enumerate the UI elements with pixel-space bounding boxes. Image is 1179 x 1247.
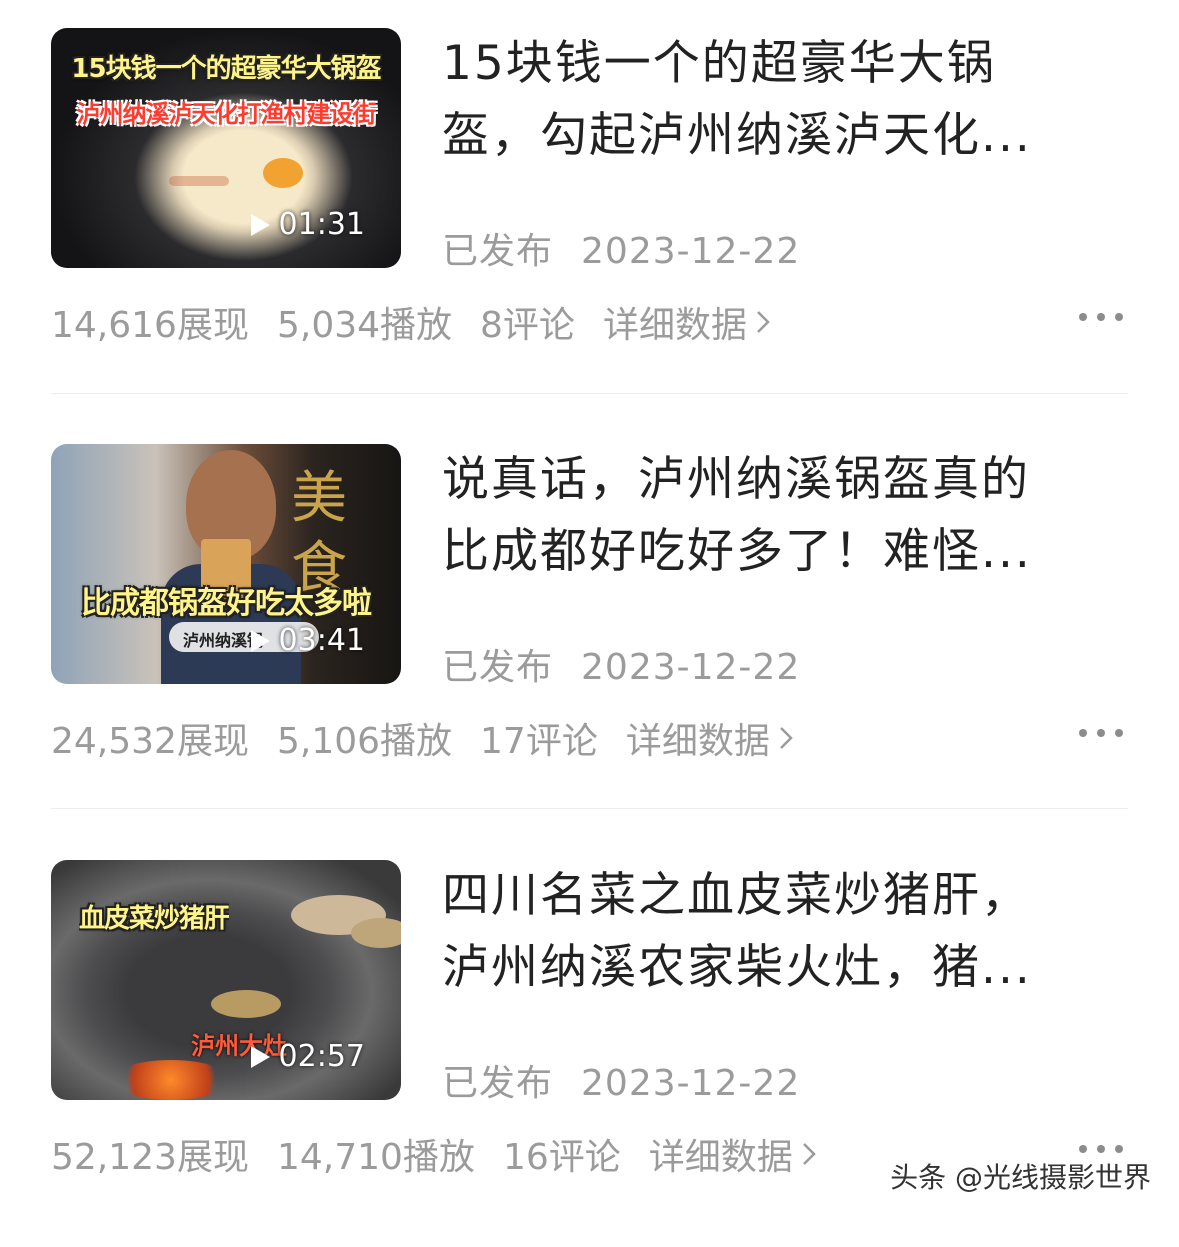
play-icon <box>250 1045 270 1068</box>
duration-text: 03:41 <box>278 623 365 658</box>
stats-row: 52,123展现 14,710播放 16评论 详细数据 <box>51 1128 817 1180</box>
thumbnail-caption: 15块钱一个的超豪华大锅盔 <box>71 54 381 84</box>
duration-badge: 03:41 <box>249 623 365 658</box>
comments-count: 17评论 <box>480 721 598 762</box>
publish-meta: 已发布 2023-12-22 <box>442 222 800 274</box>
watermark: 头条 @光线摄影世界 <box>890 1161 1151 1194</box>
video-title[interactable]: 15块钱一个的超豪华大锅 盔，勾起泸州纳溪泸天化... <box>442 28 1102 172</box>
plays-count: 14,710播放 <box>276 1137 475 1178</box>
thumbnail-caption: 比成都锅盔好吃太多啦 <box>81 586 372 621</box>
duration-badge: 02:57 <box>249 1039 365 1074</box>
video-title[interactable]: 说真话，泸州纳溪锅盔真的 比成都好吃好多了！难怪... <box>442 444 1102 588</box>
play-icon <box>250 629 270 652</box>
stats-row: 24,532展现 5,106播放 17评论 详细数据 <box>51 712 794 764</box>
comments-count: 16评论 <box>502 1137 621 1178</box>
divider <box>51 393 1128 394</box>
video-thumbnail[interactable]: 血皮菜炒猪肝 泸州大灶 02:57 <box>51 860 401 1100</box>
duration-badge: 01:31 <box>249 207 365 242</box>
detail-data-link[interactable]: 详细数据 <box>603 296 771 348</box>
play-icon <box>250 213 270 236</box>
chevron-right-icon <box>802 1143 816 1165</box>
duration-text: 02:57 <box>278 1039 365 1074</box>
plays-count: 5,106播放 <box>276 721 453 762</box>
video-thumbnail[interactable]: 15块钱一个的超豪华大锅盔 泸州纳溪泸天化打渔村建设街 01:31 <box>51 28 401 268</box>
publish-status: 已发布 <box>442 1063 554 1104</box>
chevron-right-icon <box>757 311 770 333</box>
publish-meta: 已发布 2023-12-22 <box>442 1054 800 1106</box>
impressions-count: 14,616展现 <box>51 305 249 346</box>
impressions-count: 52,123展现 <box>51 1137 249 1178</box>
duration-text: 01:31 <box>278 207 365 242</box>
chevron-right-icon <box>779 727 793 749</box>
publish-status: 已发布 <box>442 647 554 688</box>
comments-count: 8评论 <box>480 305 575 346</box>
publish-date: 2023-12-22 <box>581 1063 801 1104</box>
detail-data-link[interactable]: 详细数据 <box>649 1128 817 1180</box>
publish-meta: 已发布 2023-12-22 <box>442 638 800 690</box>
publish-status: 已发布 <box>442 231 554 272</box>
thumbnail-subcaption: 泸州纳溪泸天化打渔村建设街 <box>76 100 377 128</box>
impressions-count: 24,532展现 <box>51 721 249 762</box>
more-options-button[interactable] <box>1079 312 1123 322</box>
plays-count: 5,034播放 <box>276 305 453 346</box>
video-item[interactable]: 美食 比成都锅盔好吃太多啦 泸州纳溪锅 03:41 说真话，泸州纳溪锅盔真的 比… <box>0 416 1179 831</box>
divider <box>51 808 1128 809</box>
video-item[interactable]: 15块钱一个的超豪华大锅盔 泸州纳溪泸天化打渔村建设街 01:31 15块钱一个… <box>0 0 1179 415</box>
video-thumbnail[interactable]: 美食 比成都锅盔好吃太多啦 泸州纳溪锅 03:41 <box>51 444 401 684</box>
publish-date: 2023-12-22 <box>581 647 801 688</box>
thumbnail-caption: 血皮菜炒猪肝 <box>79 904 230 934</box>
publish-date: 2023-12-22 <box>581 231 801 272</box>
stats-row: 14,616展现 5,034播放 8评论 详细数据 <box>51 296 771 348</box>
more-options-button[interactable] <box>1079 728 1123 738</box>
detail-data-link[interactable]: 详细数据 <box>626 712 794 764</box>
more-options-button[interactable] <box>1079 1144 1123 1154</box>
video-title[interactable]: 四川名菜之血皮菜炒猪肝， 泸州纳溪农家柴火灶，猪... <box>442 860 1102 1004</box>
